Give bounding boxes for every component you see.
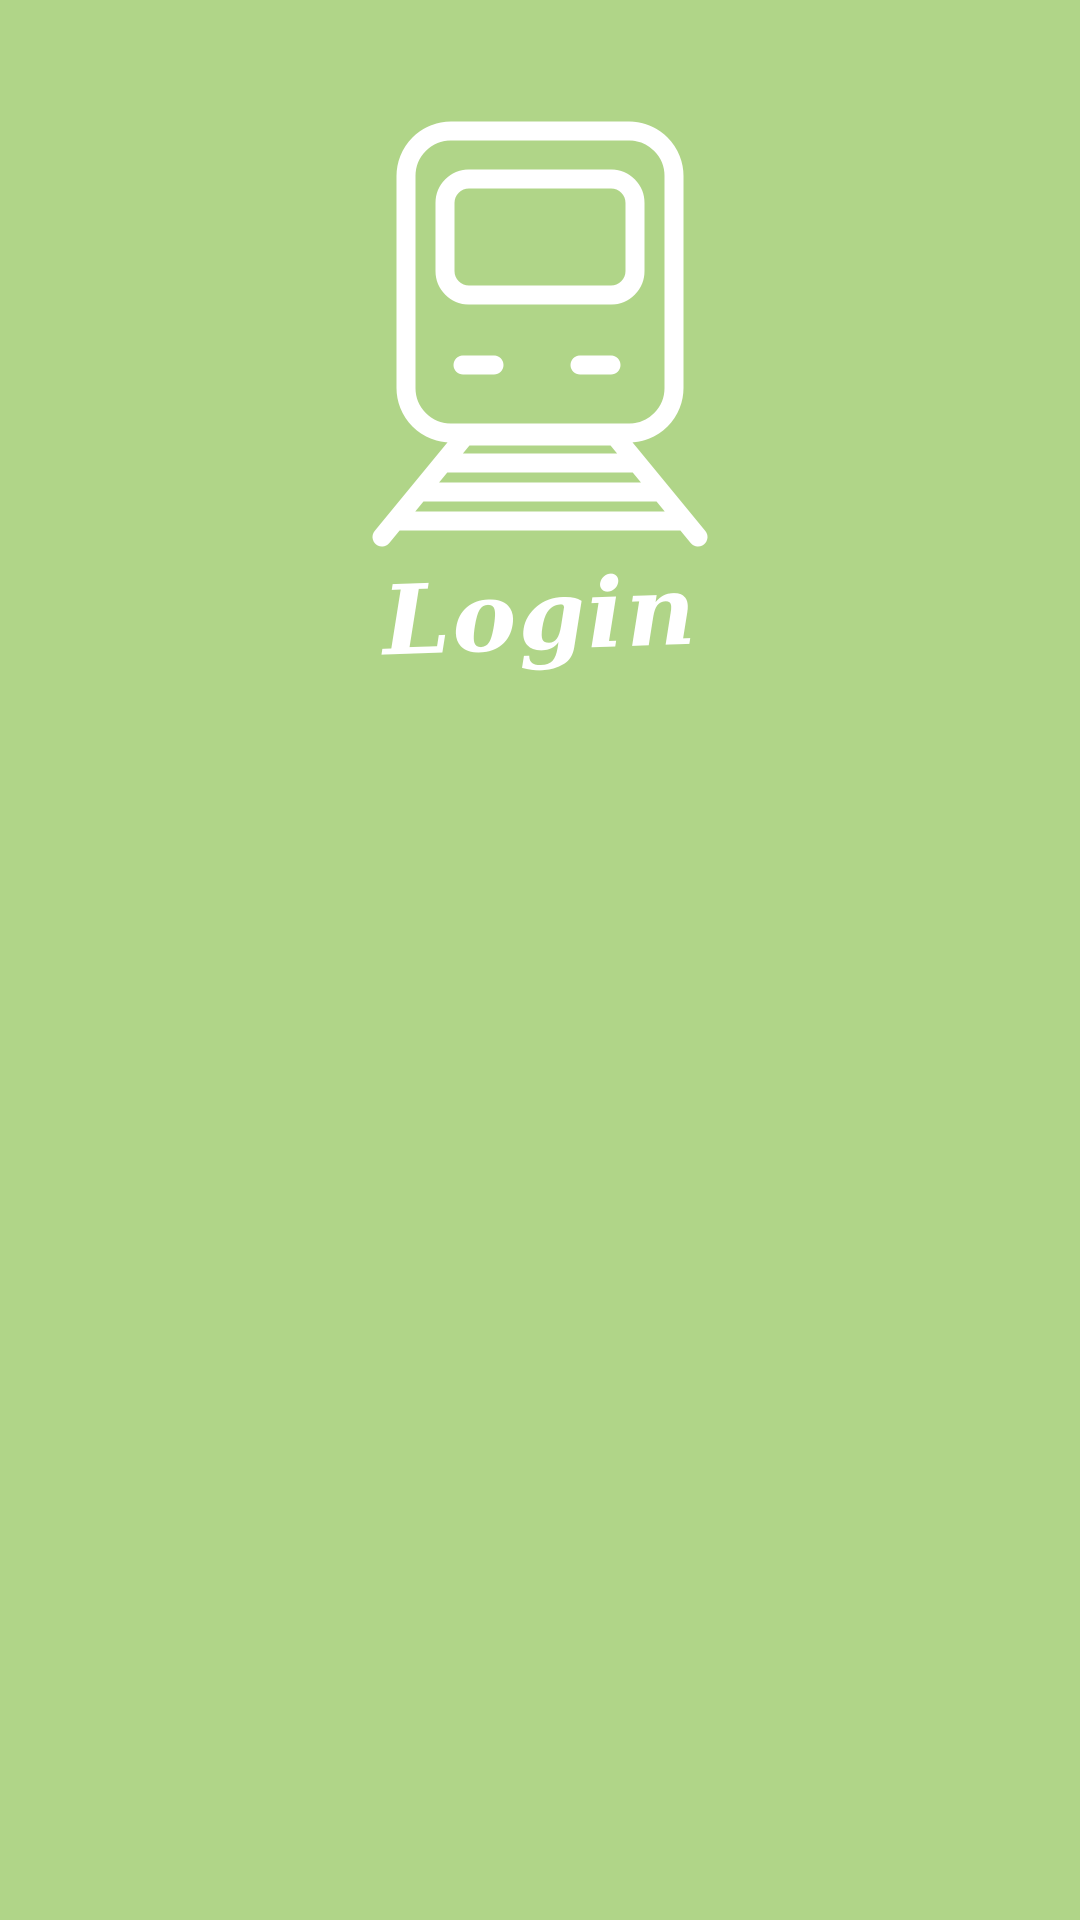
train-icon: [370, 118, 710, 554]
page-title: Login: [380, 553, 700, 678]
login-screen: Login: [0, 0, 1080, 1920]
